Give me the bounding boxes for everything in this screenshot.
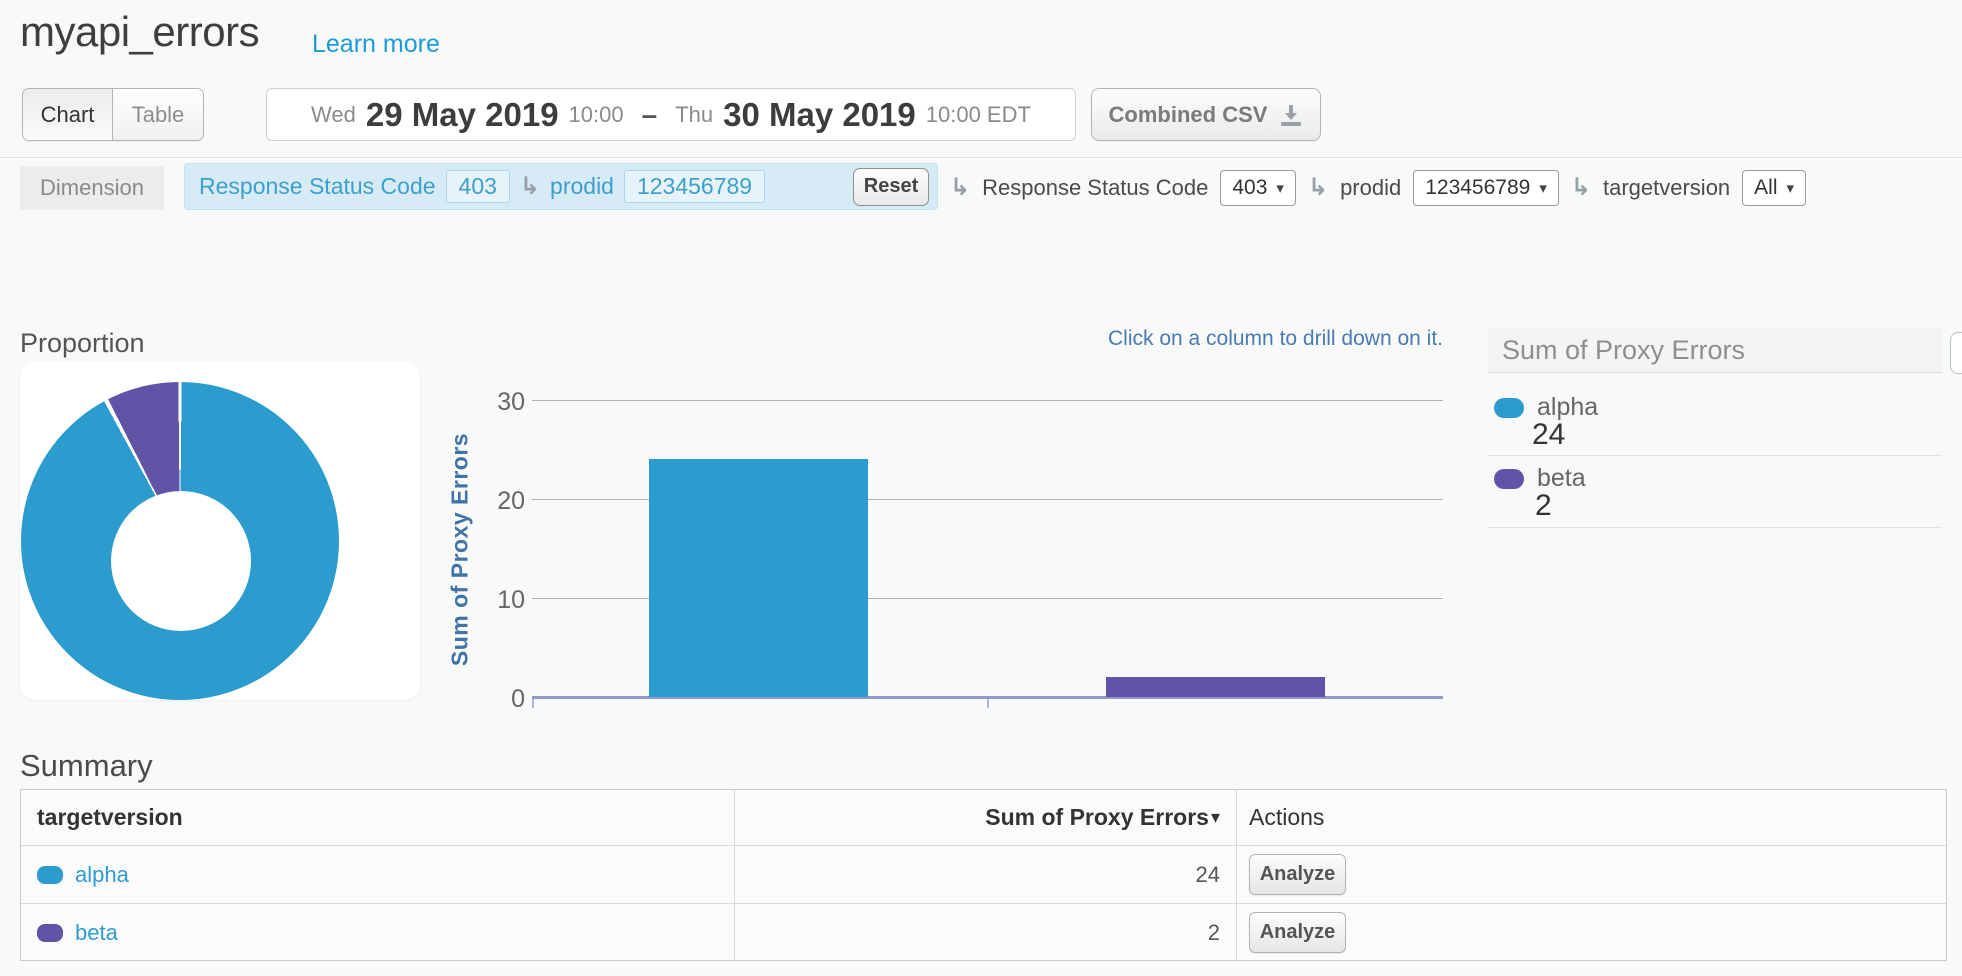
summary-table: targetversion Sum of Proxy Errors▾ Actio… (20, 789, 1947, 961)
end-date: 30 May 2019 (723, 96, 916, 134)
y-axis-tick: 0 (479, 685, 525, 714)
row-value: 2 (1208, 920, 1220, 946)
gridline (532, 400, 1443, 401)
start-time: 10:00 (569, 102, 624, 128)
column-header-actions: Actions (1236, 790, 1946, 845)
end-time: 10:00 EDT (926, 102, 1031, 128)
dimension-name: Response Status Code (982, 175, 1208, 201)
drilldown-arrow-icon: ↳ (1571, 176, 1591, 200)
y-axis-tick: 20 (479, 487, 525, 516)
x-axis-tick (532, 699, 534, 708)
combined-csv-button[interactable]: Combined CSV (1091, 88, 1321, 141)
row-value: 24 (1196, 862, 1220, 888)
toolbar-divider (0, 157, 1962, 158)
breadcrumb-filter-value: 403 (446, 170, 510, 203)
drilldown-arrow-icon: ↳ (520, 175, 540, 199)
table-toggle-button[interactable]: Table (113, 89, 203, 140)
breadcrumb-filter-value: 123456789 (624, 170, 765, 203)
summary-title: Summary (20, 748, 153, 784)
panel-edge-button[interactable] (1950, 332, 1962, 374)
breadcrumb-filter-name: prodid (550, 173, 614, 200)
dropdown-value: All (1754, 176, 1777, 200)
start-day: Wed (311, 102, 356, 128)
page-title: myapi_errors (20, 8, 259, 56)
beta-swatch (1494, 469, 1524, 489)
analyze-button[interactable]: Analyze (1249, 854, 1346, 895)
sort-descending-icon: ▾ (1211, 807, 1220, 828)
drilldown-arrow-icon: ↳ (950, 176, 970, 200)
dimension-controls: ↳ Response Status Code 403 ▾ ↳ prodid 12… (950, 166, 1806, 210)
beta-swatch (37, 924, 63, 942)
proportion-donut-card (20, 362, 420, 700)
column-header-label: Sum of Proxy Errors (985, 804, 1209, 831)
y-axis-title: Sum of Proxy Errors (447, 420, 474, 680)
start-date: 29 May 2019 (366, 96, 559, 134)
column-header-targetversion[interactable]: targetversion (21, 790, 734, 845)
date-range-picker[interactable]: Wed 29 May 2019 10:00 – Thu 30 May 2019 … (266, 88, 1076, 141)
targetversion-dropdown[interactable]: All ▾ (1742, 170, 1806, 206)
table-row: beta 2 Analyze (21, 903, 1946, 961)
chevron-down-icon: ▾ (1276, 179, 1284, 197)
reset-button[interactable]: Reset (853, 168, 929, 206)
prodid-dropdown[interactable]: 123456789 ▾ (1413, 170, 1559, 206)
dimension-name: prodid (1340, 175, 1401, 201)
dropdown-value: 403 (1232, 176, 1267, 200)
date-range-separator: – (642, 99, 658, 131)
end-day: Thu (675, 102, 713, 128)
x-axis-tick (987, 699, 989, 708)
dimension-name: targetversion (1603, 175, 1730, 201)
breadcrumb-filter-name: Response Status Code (199, 173, 436, 200)
chevron-down-icon: ▾ (1539, 179, 1547, 197)
drilldown-hint: Click on a column to drill down on it. (1000, 327, 1443, 351)
chevron-down-icon: ▾ (1787, 179, 1795, 197)
row-link-alpha[interactable]: alpha (75, 862, 129, 888)
y-axis-tick: 30 (479, 388, 525, 417)
table-row: alpha 24 Analyze (21, 845, 1946, 903)
column-header-sum-of-proxy-errors[interactable]: Sum of Proxy Errors▾ (734, 790, 1236, 845)
analyze-button[interactable]: Analyze (1249, 912, 1346, 953)
bar-beta[interactable] (1106, 677, 1325, 697)
legend-value: 24 (1532, 418, 1565, 452)
proportion-title: Proportion (20, 328, 145, 359)
legend-divider (1488, 527, 1942, 528)
alpha-swatch (1494, 398, 1524, 418)
dropdown-value: 123456789 (1425, 176, 1530, 200)
chart-table-toggle: Chart Table (22, 88, 204, 141)
proportion-donut-chart[interactable] (21, 382, 339, 700)
legend-divider (1488, 455, 1942, 456)
dimension-label: Dimension (20, 166, 164, 210)
learn-more-link[interactable]: Learn more (312, 30, 440, 59)
drilldown-breadcrumb: Response Status Code 403 ↳ prodid 123456… (184, 163, 938, 210)
chart-toggle-button[interactable]: Chart (23, 89, 113, 140)
bar-alpha[interactable] (649, 459, 868, 697)
legend-value: 2 (1535, 489, 1552, 523)
table-header-row: targetversion Sum of Proxy Errors▾ Actio… (21, 790, 1946, 845)
drilldown-arrow-icon: ↳ (1308, 176, 1328, 200)
download-icon (1279, 103, 1303, 127)
row-link-beta[interactable]: beta (75, 920, 118, 946)
y-axis-tick: 10 (479, 586, 525, 615)
response-status-code-dropdown[interactable]: 403 ▾ (1220, 170, 1296, 206)
combined-csv-label: Combined CSV (1109, 102, 1268, 128)
donut-hole (111, 491, 251, 631)
alpha-swatch (37, 866, 63, 884)
legend-title: Sum of Proxy Errors (1488, 328, 1942, 373)
